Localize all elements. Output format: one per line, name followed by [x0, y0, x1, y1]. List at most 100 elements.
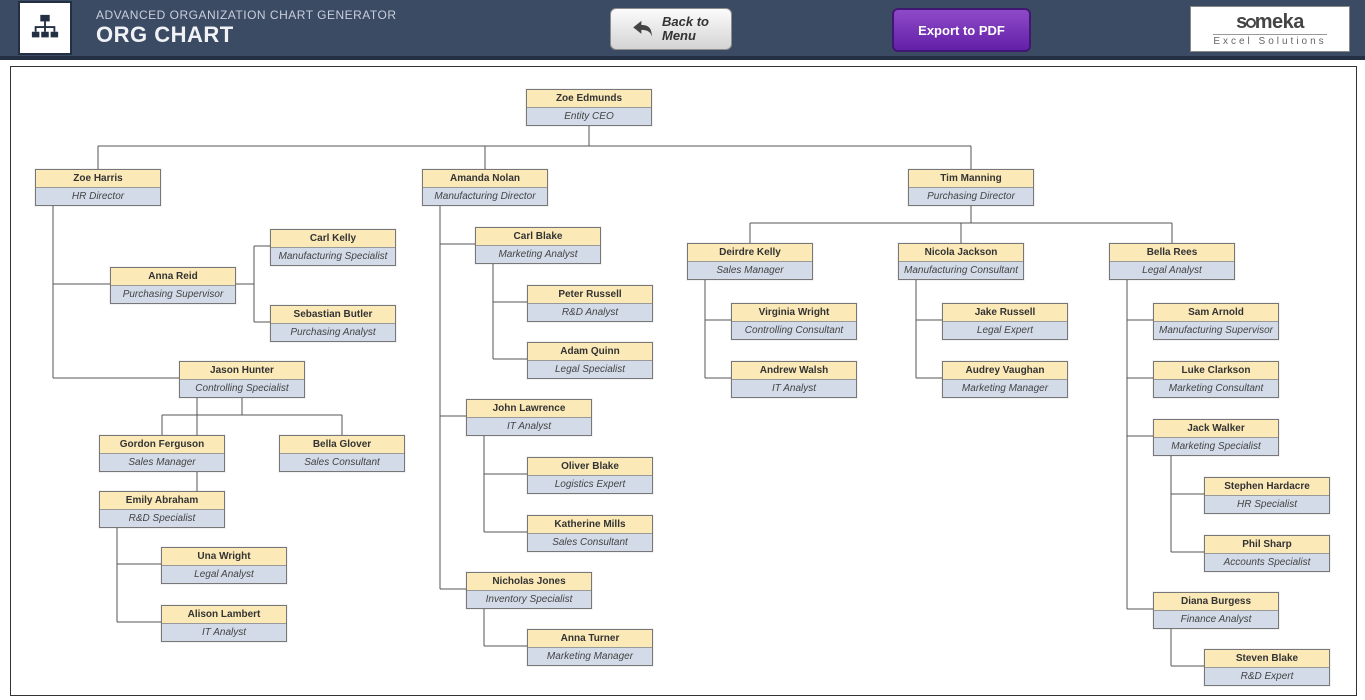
brand-logo: smeka Excel Solutions: [1190, 6, 1350, 52]
node-role: IT Analyst: [732, 380, 856, 397]
node-name: Katherine Mills: [528, 516, 652, 534]
org-node: Tim ManningPurchasing Director: [908, 169, 1034, 206]
export-button-label: Export to PDF: [918, 23, 1005, 38]
node-name: Deirdre Kelly: [688, 244, 812, 262]
app-subtitle: ADVANCED ORGANIZATION CHART GENERATOR: [96, 8, 397, 22]
node-name: Jake Russell: [943, 304, 1067, 322]
node-role: Marketing Manager: [528, 648, 652, 665]
org-node: Alison LambertIT Analyst: [161, 605, 287, 642]
node-name: Nicholas Jones: [467, 573, 591, 591]
node-name: Nicola Jackson: [899, 244, 1023, 262]
export-pdf-button[interactable]: Export to PDF: [892, 8, 1031, 52]
node-name: Amanda Nolan: [423, 170, 547, 188]
node-role: Sales Consultant: [280, 454, 404, 471]
node-role: Marketing Consultant: [1154, 380, 1278, 397]
org-node: Stephen HardacreHR Specialist: [1204, 477, 1330, 514]
org-node: Carl BlakeMarketing Analyst: [475, 227, 601, 264]
org-node: Sebastian ButlerPurchasing Analyst: [270, 305, 396, 342]
node-name: Gordon Ferguson: [100, 436, 224, 454]
org-node: Zoe EdmundsEntity CEO: [526, 89, 652, 126]
org-node: Peter RussellR&D Analyst: [527, 285, 653, 322]
back-button-label: Back to Menu: [662, 15, 712, 44]
node-name: Luke Clarkson: [1154, 362, 1278, 380]
node-role: Purchasing Supervisor: [111, 286, 235, 303]
node-role: Sales Consultant: [528, 534, 652, 551]
brand-tagline: Excel Solutions: [1213, 34, 1326, 47]
node-role: R&D Analyst: [528, 304, 652, 321]
node-role: Sales Manager: [100, 454, 224, 471]
node-name: Jason Hunter: [180, 362, 304, 380]
org-node: Bella ReesLegal Analyst: [1109, 243, 1235, 280]
node-name: John Lawrence: [467, 400, 591, 418]
node-role: Controlling Specialist: [180, 380, 304, 397]
node-name: Andrew Walsh: [732, 362, 856, 380]
back-to-menu-button[interactable]: Back to Menu: [610, 8, 732, 50]
node-name: Bella Glover: [280, 436, 404, 454]
app-title: ORG CHART: [96, 22, 397, 48]
node-role: Marketing Analyst: [476, 246, 600, 263]
org-node: Una WrightLegal Analyst: [161, 547, 287, 584]
org-node: Phil SharpAccounts Specialist: [1204, 535, 1330, 572]
org-node: Nicola JacksonManufacturing Consultant: [898, 243, 1024, 280]
node-name: Steven Blake: [1205, 650, 1329, 668]
node-role: Marketing Manager: [943, 380, 1067, 397]
node-role: Logistics Expert: [528, 476, 652, 493]
brand-name: smeka: [1236, 11, 1304, 34]
undo-arrow-icon: [630, 16, 656, 42]
node-role: Accounts Specialist: [1205, 554, 1329, 571]
node-name: Carl Kelly: [271, 230, 395, 248]
org-node: Amanda NolanManufacturing Director: [422, 169, 548, 206]
node-role: HR Director: [36, 188, 160, 205]
node-name: Tim Manning: [909, 170, 1033, 188]
node-role: HR Specialist: [1205, 496, 1329, 513]
org-node: Oliver BlakeLogistics Expert: [527, 457, 653, 494]
node-role: R&D Specialist: [100, 510, 224, 527]
node-name: Anna Reid: [111, 268, 235, 286]
node-name: Phil Sharp: [1205, 536, 1329, 554]
node-name: Anna Turner: [528, 630, 652, 648]
node-role: Controlling Consultant: [732, 322, 856, 339]
org-node: Andrew WalshIT Analyst: [731, 361, 857, 398]
node-name: Adam Quinn: [528, 343, 652, 361]
node-name: Virginia Wright: [732, 304, 856, 322]
node-role: Marketing Specialist: [1154, 438, 1278, 455]
org-node: Anna TurnerMarketing Manager: [527, 629, 653, 666]
org-node: Anna ReidPurchasing Supervisor: [110, 267, 236, 304]
node-name: Alison Lambert: [162, 606, 286, 624]
node-role: Legal Analyst: [1110, 262, 1234, 279]
node-role: Manufacturing Director: [423, 188, 547, 205]
node-name: Bella Rees: [1110, 244, 1234, 262]
node-name: Peter Russell: [528, 286, 652, 304]
node-role: Sales Manager: [688, 262, 812, 279]
node-name: Zoe Harris: [36, 170, 160, 188]
org-node: Zoe HarrisHR Director: [35, 169, 161, 206]
node-name: Carl Blake: [476, 228, 600, 246]
org-node: Jake RussellLegal Expert: [942, 303, 1068, 340]
node-name: Oliver Blake: [528, 458, 652, 476]
org-node: Audrey VaughanMarketing Manager: [942, 361, 1068, 398]
org-node: Emily AbrahamR&D Specialist: [99, 491, 225, 528]
node-role: Finance Analyst: [1154, 611, 1278, 628]
node-name: Emily Abraham: [100, 492, 224, 510]
node-role: Entity CEO: [527, 108, 651, 125]
node-name: Jack Walker: [1154, 420, 1278, 438]
header-titles: ADVANCED ORGANIZATION CHART GENERATOR OR…: [96, 8, 397, 48]
node-role: Manufacturing Consultant: [899, 262, 1023, 279]
org-node: Nicholas JonesInventory Specialist: [466, 572, 592, 609]
node-name: Diana Burgess: [1154, 593, 1278, 611]
org-node: Virginia WrightControlling Consultant: [731, 303, 857, 340]
node-name: Sam Arnold: [1154, 304, 1278, 322]
org-node: Katherine MillsSales Consultant: [527, 515, 653, 552]
node-name: Sebastian Butler: [271, 306, 395, 324]
org-chart-canvas: Zoe EdmundsEntity CEO Zoe HarrisHR Direct…: [10, 66, 1357, 696]
node-role: Purchasing Director: [909, 188, 1033, 205]
org-node: Luke ClarksonMarketing Consultant: [1153, 361, 1279, 398]
org-node: Sam ArnoldManufacturing Supervisor: [1153, 303, 1279, 340]
org-node: Deirdre KellySales Manager: [687, 243, 813, 280]
org-node: Jack WalkerMarketing Specialist: [1153, 419, 1279, 456]
org-node: Gordon FergusonSales Manager: [99, 435, 225, 472]
org-node: Steven BlakeR&D Expert: [1204, 649, 1330, 686]
node-name: Una Wright: [162, 548, 286, 566]
node-role: Purchasing Analyst: [271, 324, 395, 341]
org-node: Bella GloverSales Consultant: [279, 435, 405, 472]
